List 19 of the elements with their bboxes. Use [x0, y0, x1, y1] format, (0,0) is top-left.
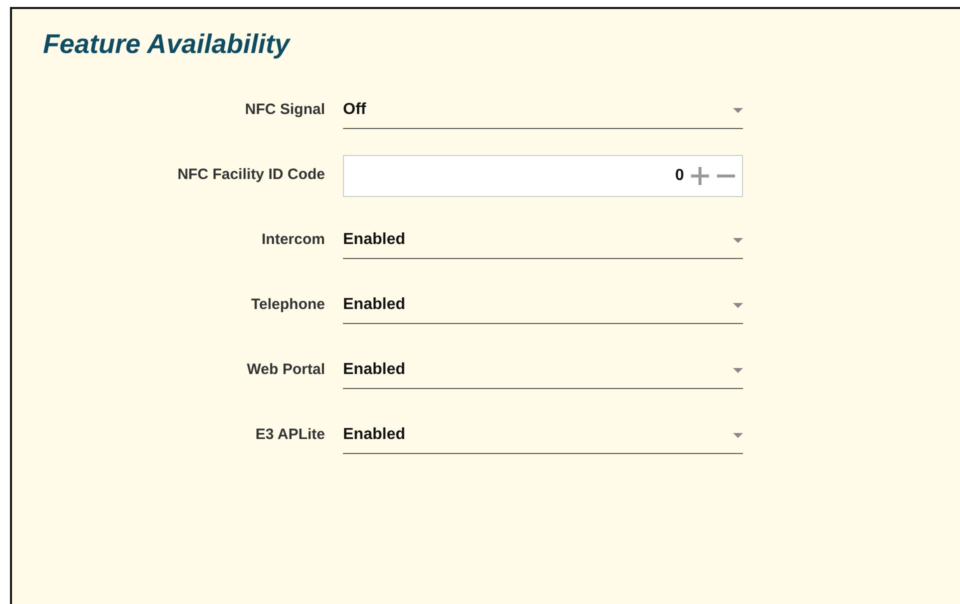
caret-icon: [733, 432, 743, 438]
caret-icon: [733, 238, 743, 243]
caret-icon: [733, 108, 743, 113]
dropdown[interactable]: Enabled: [343, 288, 743, 324]
caret-icon: [733, 368, 743, 373]
dropdown[interactable]: Enabled: [343, 352, 743, 389]
field-label: Telephone: [250, 295, 326, 316]
field-label: NFC Signal: [244, 100, 326, 120]
caret-icon: [733, 302, 743, 308]
increment-icon[interactable]: [690, 166, 710, 186]
dropdown[interactable]: Off: [343, 92, 743, 129]
field-label: E3 APLite: [254, 425, 326, 446]
dropdown[interactable]: Enabled: [343, 418, 743, 454]
number-field[interactable]: 0: [343, 154, 743, 197]
field-label: NFC Facility ID Code: [176, 165, 326, 186]
field-label: Intercom: [260, 230, 326, 250]
section-title: Feature Availability: [43, 28, 292, 61]
field-label: Web Portal: [246, 360, 326, 380]
dropdown[interactable]: Enabled: [343, 222, 743, 259]
